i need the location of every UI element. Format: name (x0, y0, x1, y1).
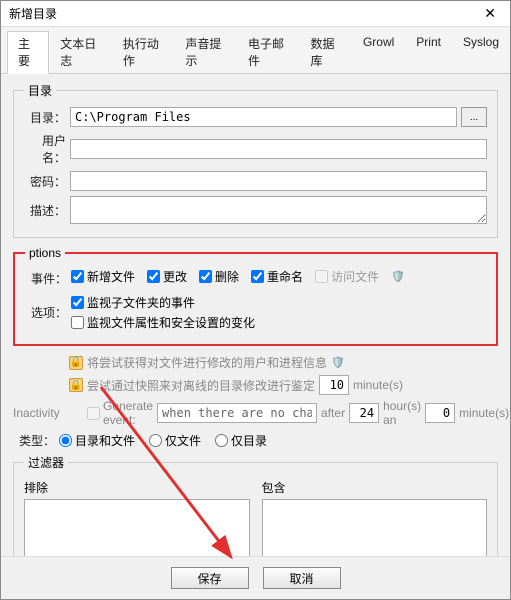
events-label: 事件： (25, 270, 67, 287)
hours-label: hour(s) an (383, 399, 421, 427)
tab-sound[interactable]: 声音提示 (174, 31, 237, 73)
filter-legend: 过滤器 (24, 454, 68, 471)
tab-print[interactable]: Print (405, 31, 452, 73)
username-input[interactable] (70, 139, 487, 159)
directory-group: 目录 目录： ... 用户名： 密码： 描述： (13, 82, 498, 238)
inactivity-label: Inactivity (13, 406, 83, 420)
tab-bar: 主要 文本日志 执行动作 声音提示 电子邮件 数据库 Growl Print S… (1, 27, 510, 74)
check-new-file[interactable]: 新增文件 (71, 268, 135, 285)
cancel-button[interactable]: 取消 (263, 567, 341, 589)
dir-label: 目录： (24, 109, 66, 126)
pass-label: 密码： (24, 173, 66, 190)
check-watch-subfolders[interactable]: 监视子文件夹的事件 (71, 294, 486, 311)
tab-textlog[interactable]: 文本日志 (49, 31, 112, 73)
dir-input[interactable] (70, 107, 457, 127)
tab-email[interactable]: 电子邮件 (237, 31, 300, 73)
check-access: 访问文件 (315, 268, 379, 285)
close-icon[interactable]: ✕ (478, 5, 502, 22)
check-generate-event[interactable]: Generate event: (87, 399, 153, 427)
exclude-list[interactable] (24, 499, 250, 556)
check-watch-attributes[interactable]: 监视文件属性和安全设置的变化 (71, 314, 486, 331)
tab-growl[interactable]: Growl (352, 31, 405, 73)
after-label: after (321, 406, 345, 420)
check-change[interactable]: 更改 (147, 268, 187, 285)
button-bar: 保存 取消 (1, 556, 510, 599)
tab-main[interactable]: 主要 (7, 31, 49, 74)
mins-label: minute(s) (459, 406, 509, 420)
inactivity-hours-input[interactable] (349, 403, 379, 423)
type-label: 类型： (13, 432, 55, 449)
check-rename[interactable]: 重命名 (251, 268, 303, 285)
check-delete[interactable]: 删除 (199, 268, 239, 285)
shield-icon: 🛡️ (391, 270, 405, 284)
opts-label: 选项： (25, 304, 67, 321)
include-list[interactable] (262, 499, 488, 556)
include-label: 包含 (262, 479, 488, 496)
lock-icon: 🔒 (69, 356, 83, 370)
content: 目录 目录： ... 用户名： 密码： 描述： ptions 事件： (1, 74, 510, 556)
password-input[interactable] (70, 171, 487, 191)
options-legend: ptions (25, 246, 65, 260)
tab-actions[interactable]: 执行动作 (112, 31, 175, 73)
browse-button[interactable]: ... (461, 107, 487, 127)
inactivity-event-input[interactable] (157, 403, 317, 423)
user-label: 用户名： (24, 132, 66, 166)
tab-database[interactable]: 数据库 (300, 31, 352, 73)
radio-files[interactable]: 仅文件 (149, 432, 201, 449)
lock-icon: 🔒 (69, 378, 83, 392)
options-group: ptions 事件： 新增文件 更改 删除 重命名 访问文件 🛡️ 选项： 监视… (13, 246, 498, 346)
snapshot-minutes-input[interactable] (319, 375, 349, 395)
titlebar: 新增目录 ✕ (1, 1, 510, 27)
radio-both[interactable]: 目录和文件 (59, 432, 135, 449)
directory-legend: 目录 (24, 82, 56, 99)
window: 新增目录 ✕ 主要 文本日志 执行动作 声音提示 电子邮件 数据库 Growl … (0, 0, 511, 600)
save-button[interactable]: 保存 (171, 567, 249, 589)
shield-icon: 🛡️ (331, 356, 345, 370)
window-title: 新增目录 (9, 5, 57, 22)
try-snapshot-text: 尝试通过快照来对离线的目录修改进行鉴定 (87, 377, 315, 394)
try-user-text: 将尝试获得对文件进行修改的用户和进程信息 (87, 354, 327, 371)
exclude-label: 排除 (24, 479, 250, 496)
minutes-label: minute(s) (353, 378, 403, 392)
description-input[interactable] (70, 196, 487, 224)
radio-dirs[interactable]: 仅目录 (215, 432, 267, 449)
desc-label: 描述： (24, 202, 66, 219)
filter-group: 过滤器 排除 包含 (13, 454, 498, 556)
inactivity-mins-input[interactable] (425, 403, 455, 423)
tab-syslog[interactable]: Syslog (452, 31, 510, 73)
